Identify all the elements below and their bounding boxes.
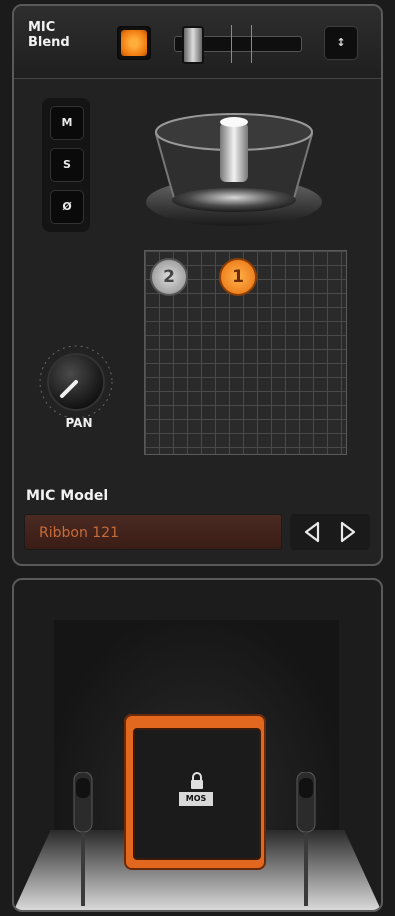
room-panel: MOS [12,578,383,912]
solo-button[interactable]: S [50,148,84,182]
mic-model-select[interactable]: Ribbon 121 [24,514,282,550]
mic-blend-label: MIC Blend [28,20,70,50]
mic-blend-header: MIC Blend ↕ [14,6,381,79]
right-room-mic-icon[interactable] [291,772,321,906]
mic-position-2-handle[interactable]: 2 [150,258,188,296]
mute-button[interactable]: M [50,106,84,140]
header-option-button[interactable]: ↕ [324,26,358,60]
pan-label: PAN [65,416,93,430]
previous-arrow-icon[interactable] [300,520,324,544]
mic-blend-slider-handle[interactable] [182,26,204,64]
amp-cabinet-grille: MOS [133,728,261,860]
mic-position-1-handle[interactable]: 1 [219,258,257,296]
left-room-mic-icon[interactable] [68,772,98,906]
amp-badge: MOS [179,792,213,806]
amp-cabinet[interactable]: MOS [124,714,266,870]
mic-blend-toggle[interactable] [117,26,151,60]
slider-tick [251,25,252,63]
speaker-cone-icon [146,113,322,226]
next-arrow-icon[interactable] [336,520,360,544]
slider-tick [231,25,232,63]
lock-icon [191,772,203,789]
led-indicator-icon [121,30,147,56]
mic-blend-panel: MIC Blend ↕ M S Ø 2 1 PAN MIC Model Ribb… [12,4,383,566]
pan-knob[interactable] [34,340,124,422]
phase-invert-button[interactable]: Ø [50,190,84,224]
mic-model-nav [290,514,370,550]
mic-options-group: M S Ø [42,98,90,232]
mic-model-label: MIC Model [26,488,109,504]
